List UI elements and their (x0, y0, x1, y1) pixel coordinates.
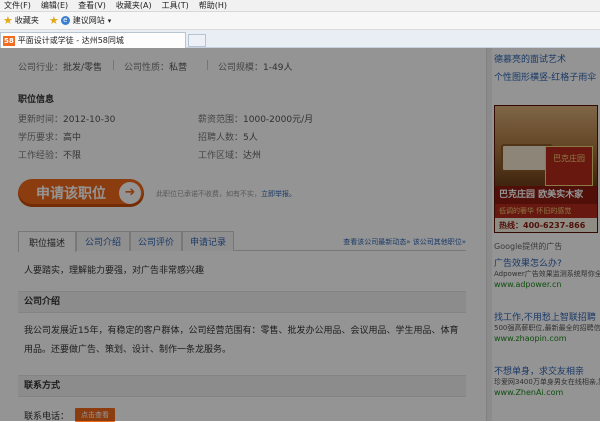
tab-company-reviews[interactable]: 公司评价 (130, 231, 182, 251)
job-detail-tabs: 职位描述 公司介绍 公司评价 申请记录 查看该公司最新动态» 该公司其他职位» (18, 231, 466, 252)
menu-tools[interactable]: 工具(T) (158, 0, 195, 12)
salary-range: 薪资范围：1000-2000元/月 (198, 115, 314, 125)
ie-icon: e (60, 16, 70, 25)
company-industry: 公司行业：批发/零售 (18, 63, 103, 73)
favorites-button[interactable]: ★ 收藏夹 (3, 14, 39, 27)
favorites-label: 收藏夹 (14, 16, 39, 25)
no-fee-notice: 此职位已承诺不收费，如有不实，立即举报。 (156, 190, 296, 198)
text-ad[interactable]: 不想单身，求交友相亲 珍爱网3400万单身男女在线相亲,靠谱多，单身，快来找对象… (494, 364, 600, 397)
ad-title[interactable]: 广告效果怎么办? (494, 256, 600, 269)
company-nature: 公司性质：私营 (124, 63, 188, 73)
ad-logo: 巴克庄园 (545, 146, 593, 186)
divider (113, 60, 114, 70)
page-content: 公司行业：批发/零售 公司性质：私营 公司规模：1-49人 职位信息 更新时间：… (0, 48, 600, 422)
headcount: 招聘人数：5人 (198, 133, 258, 143)
company-size: 公司规模：1-49人 (218, 63, 293, 73)
text-ad[interactable]: 广告效果怎么办? Adpower广告效果监测系统帮你全面提高广告效果,降低广告成… (494, 256, 600, 289)
suggested-sites-button[interactable]: ★ e 建议网站 ▾ (49, 14, 111, 27)
main-column: 公司行业：批发/零售 公司性质：私营 公司规模：1-49人 职位信息 更新时间：… (0, 48, 482, 422)
ad-description: 500强高薪职位,最新最全的招聘信息,马上注册,简历轻松写,工作更好找 (494, 324, 600, 332)
ad-brand: 巴克庄园 欧美实木家 (495, 186, 597, 204)
contact-title: 联系方式 (18, 375, 466, 397)
menu-bar: 文件(F) 编辑(E) 查看(V) 收藏夹(A) 工具(T) 帮助(H) (0, 0, 600, 12)
ad-description: 珍爱网3400万单身男女在线相亲,靠谱多，单身，快来找对象 (494, 378, 600, 386)
education-requirement: 学历要求：高中 (18, 133, 82, 143)
menu-favorites[interactable]: 收藏夹(A) (112, 0, 158, 12)
menu-help[interactable]: 帮助(H) (195, 0, 233, 12)
google-ads-label: Google提供的广告 (494, 242, 563, 251)
ad-description: Adpower广告效果监测系统帮你全面提高广告效果,降低广告成本 (494, 270, 600, 278)
ad-title[interactable]: 不想单身，求交友相亲 (494, 364, 600, 377)
apply-label: 申请该职位 (36, 186, 106, 202)
job-requirements: 人要踏实，理解能力要强，对广告非常感兴趣 (24, 266, 205, 276)
menu-view[interactable]: 查看(V) (74, 0, 112, 12)
tab-title: 平面设计或学徒 - 达州58同城 (17, 36, 124, 45)
new-tab-button[interactable] (188, 34, 206, 47)
sidebar-link[interactable]: 德慕亮的面试艺术 (494, 52, 566, 65)
work-experience: 工作经验：不限 (18, 151, 82, 161)
tab-bar: 58 平面设计或学徒 - 达州58同城 (0, 30, 600, 48)
site-favicon: 58 (3, 35, 15, 46)
view-phone-button[interactable]: 点击查看 (75, 408, 116, 422)
chevron-down-icon: ▾ (107, 16, 112, 25)
ad-url[interactable]: www.zhaopin.com (494, 334, 600, 343)
updated-time: 更新时间：2012-10-30 (18, 115, 116, 125)
favorites-bar: ★ 收藏夹 ★ e 建议网站 ▾ (0, 12, 600, 30)
apply-job-button[interactable]: 申请该职位 ➜ (18, 179, 144, 207)
add-favorite-icon: ★ (48, 14, 59, 27)
ad-phone: 热线：400-6237-866 (495, 218, 597, 232)
work-area: 工作区域：达州 (198, 151, 262, 161)
job-info-title: 职位信息 (18, 95, 55, 105)
tab-job-description[interactable]: 职位描述 (18, 231, 76, 252)
arrow-right-icon: ➜ (119, 182, 141, 204)
contact-phone: 联系电话： 点击查看 (24, 408, 116, 422)
ad-url[interactable]: www.ZhenAi.com (494, 388, 600, 397)
star-icon: ★ (3, 14, 13, 27)
tab-application-records[interactable]: 申请记录 (182, 231, 234, 251)
company-news-links[interactable]: 查看该公司最新动态» 该公司其他职位» (343, 237, 466, 247)
menu-file[interactable]: 文件(F) (0, 0, 37, 12)
sidebar-link[interactable]: 个性图形横竖-红格子雨伞 (494, 70, 596, 83)
ad-title[interactable]: 找工作,不用愁上智联招聘 (494, 310, 600, 323)
menu-edit[interactable]: 编辑(E) (37, 0, 74, 12)
ad-url[interactable]: www.adpower.cn (494, 280, 600, 289)
furniture-ad-banner[interactable]: 巴克庄园 巴克庄园 欧美实木家 低调的奢华 怀旧的感觉 热线：400-6237-… (494, 105, 598, 233)
company-intro-text: 我公司发展近15年，有稳定的客户群体，公司经营范围有：零售、批发办公用品、会议用… (24, 326, 459, 355)
report-link[interactable]: 立即举报。 (261, 190, 296, 198)
suggested-sites-label: 建议网站 (72, 16, 105, 25)
divider (207, 60, 208, 70)
browser-tab[interactable]: 58 平面设计或学徒 - 达州58同城 (0, 32, 186, 48)
company-intro-title: 公司介绍 (18, 291, 466, 313)
tab-company-intro[interactable]: 公司介绍 (76, 231, 130, 251)
text-ad[interactable]: 找工作,不用愁上智联招聘 500强高薪职位,最新最全的招聘信息,马上注册,简历轻… (494, 310, 600, 343)
sidebar: 德慕亮的面试艺术 个性图形横竖-红格子雨伞 巴克庄园 巴克庄园 欧美实木家 低调… (492, 48, 600, 421)
ad-slogan: 低调的奢华 怀旧的感觉 (495, 204, 597, 218)
